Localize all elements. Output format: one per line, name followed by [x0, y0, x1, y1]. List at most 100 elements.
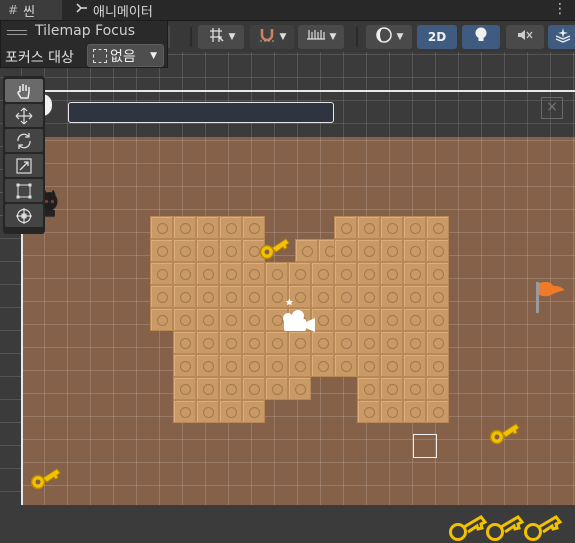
- platform-tile: [426, 239, 449, 262]
- drag-handle-icon[interactable]: [7, 30, 27, 35]
- layers-star-icon: [554, 27, 572, 47]
- platform-tile: [357, 216, 380, 239]
- platform-tile: [265, 331, 288, 354]
- platform-tile: [173, 331, 196, 354]
- toggle-2d-button[interactable]: 2D: [417, 25, 457, 49]
- platform-tile: [288, 354, 311, 377]
- platform-tile: [334, 285, 357, 308]
- key-icon[interactable]: [258, 236, 292, 262]
- platform-tile: [173, 285, 196, 308]
- move-icon: [15, 107, 33, 124]
- platform-tile: [357, 400, 380, 423]
- focus-target-value: 없음: [110, 48, 136, 65]
- tab-animator-label: 애니메이터: [93, 4, 153, 20]
- platform-tile: [426, 308, 449, 331]
- platform-tile: [357, 331, 380, 354]
- key-icon[interactable]: [488, 421, 522, 447]
- platform-tile: [242, 377, 265, 400]
- platform-tile: [426, 285, 449, 308]
- magnet-icon: [258, 26, 276, 48]
- platform-tile: [426, 331, 449, 354]
- health-bar-object[interactable]: [68, 102, 334, 123]
- platform-tile: [426, 216, 449, 239]
- camera-gizmo-icon[interactable]: [279, 298, 319, 334]
- rotate-icon: [17, 132, 31, 149]
- platform-tile: [219, 377, 242, 400]
- platform-tile: [196, 216, 219, 239]
- platform-tile: [334, 331, 357, 354]
- move-tool-button[interactable]: [5, 104, 43, 127]
- platform-tile: [403, 262, 426, 285]
- platform-tile: [357, 262, 380, 285]
- platform-tile: [196, 308, 219, 331]
- tab-animator[interactable]: 애니메이터: [68, 0, 178, 20]
- platform-tile: [311, 331, 334, 354]
- tilemap-focus-title: Tilemap Focus: [35, 23, 136, 39]
- camera-bounds-top: [22, 90, 575, 92]
- lighting-toggle-button[interactable]: [462, 25, 500, 49]
- platform-tile: [219, 285, 242, 308]
- scale-tool-button[interactable]: [5, 154, 43, 177]
- platform-tile: [196, 285, 219, 308]
- platform-tile: [426, 354, 449, 377]
- platform-tile: [403, 239, 426, 262]
- platform-tile: [150, 262, 173, 285]
- platform-tile: [265, 262, 288, 285]
- more-options-icon[interactable]: ⋮: [553, 0, 567, 20]
- rect-tool-button[interactable]: [5, 179, 43, 202]
- platform-tile: [426, 400, 449, 423]
- platform-tile: [357, 354, 380, 377]
- dashed-square-icon: [93, 48, 107, 63]
- scene-viewport[interactable]: ×: [0, 52, 575, 543]
- effects-toggle-button[interactable]: [548, 25, 575, 49]
- platform-tile: [403, 331, 426, 354]
- platform-tile: [357, 308, 380, 331]
- toggle-2d-label: 2D: [427, 30, 447, 44]
- platform-tile: [242, 262, 265, 285]
- platform-tile: [242, 308, 265, 331]
- platform-tile: [242, 354, 265, 377]
- grid-snap-dropdown[interactable]: ▼: [298, 25, 344, 49]
- lightbulb-icon: [473, 26, 489, 48]
- selection-square[interactable]: [413, 434, 437, 458]
- platform-tile: [173, 308, 196, 331]
- platform-tile: [403, 400, 426, 423]
- scale-icon: [16, 157, 32, 174]
- transform-tool-button[interactable]: [5, 204, 43, 227]
- key-icon[interactable]: [448, 514, 488, 543]
- platform-tile: [219, 262, 242, 285]
- pivot-icon: [207, 26, 225, 48]
- platform-tile: [357, 377, 380, 400]
- muted-speaker-icon: [516, 27, 534, 47]
- shading-mode-dropdown[interactable]: ▼: [366, 25, 412, 49]
- goal-flag-icon[interactable]: [533, 280, 569, 314]
- audio-toggle-button[interactable]: [506, 25, 544, 49]
- platform-tile: [380, 239, 403, 262]
- platform-tile: [380, 262, 403, 285]
- platform-tile: [380, 377, 403, 400]
- platform-tile: [334, 354, 357, 377]
- hand-tool-button[interactable]: [5, 79, 43, 102]
- pivot-dropdown[interactable]: ▼: [198, 25, 244, 49]
- platform-tile: [380, 216, 403, 239]
- key-icon[interactable]: [29, 466, 63, 492]
- platform-tile: [311, 262, 334, 285]
- key-icon[interactable]: [523, 514, 563, 543]
- close-box-object[interactable]: ×: [541, 97, 563, 119]
- platform-tile: [357, 239, 380, 262]
- focus-target-dropdown[interactable]: 없음 ▼: [87, 44, 164, 67]
- tab-scene-label: 씬: [23, 4, 36, 20]
- key-icon[interactable]: [485, 514, 525, 543]
- platform-tile: [403, 285, 426, 308]
- platform-tile: [173, 400, 196, 423]
- tab-scene[interactable]: # 씬: [0, 0, 62, 20]
- platform-tile: [380, 354, 403, 377]
- snap-dropdown[interactable]: ▼: [250, 25, 294, 49]
- rotate-tool-button[interactable]: [5, 129, 43, 152]
- tools-panel: [3, 76, 45, 234]
- platform-tile: [295, 239, 318, 262]
- platform-tile: [219, 216, 242, 239]
- platform-tile: [219, 308, 242, 331]
- sphere-icon: [375, 26, 393, 48]
- platform-tile: [173, 239, 196, 262]
